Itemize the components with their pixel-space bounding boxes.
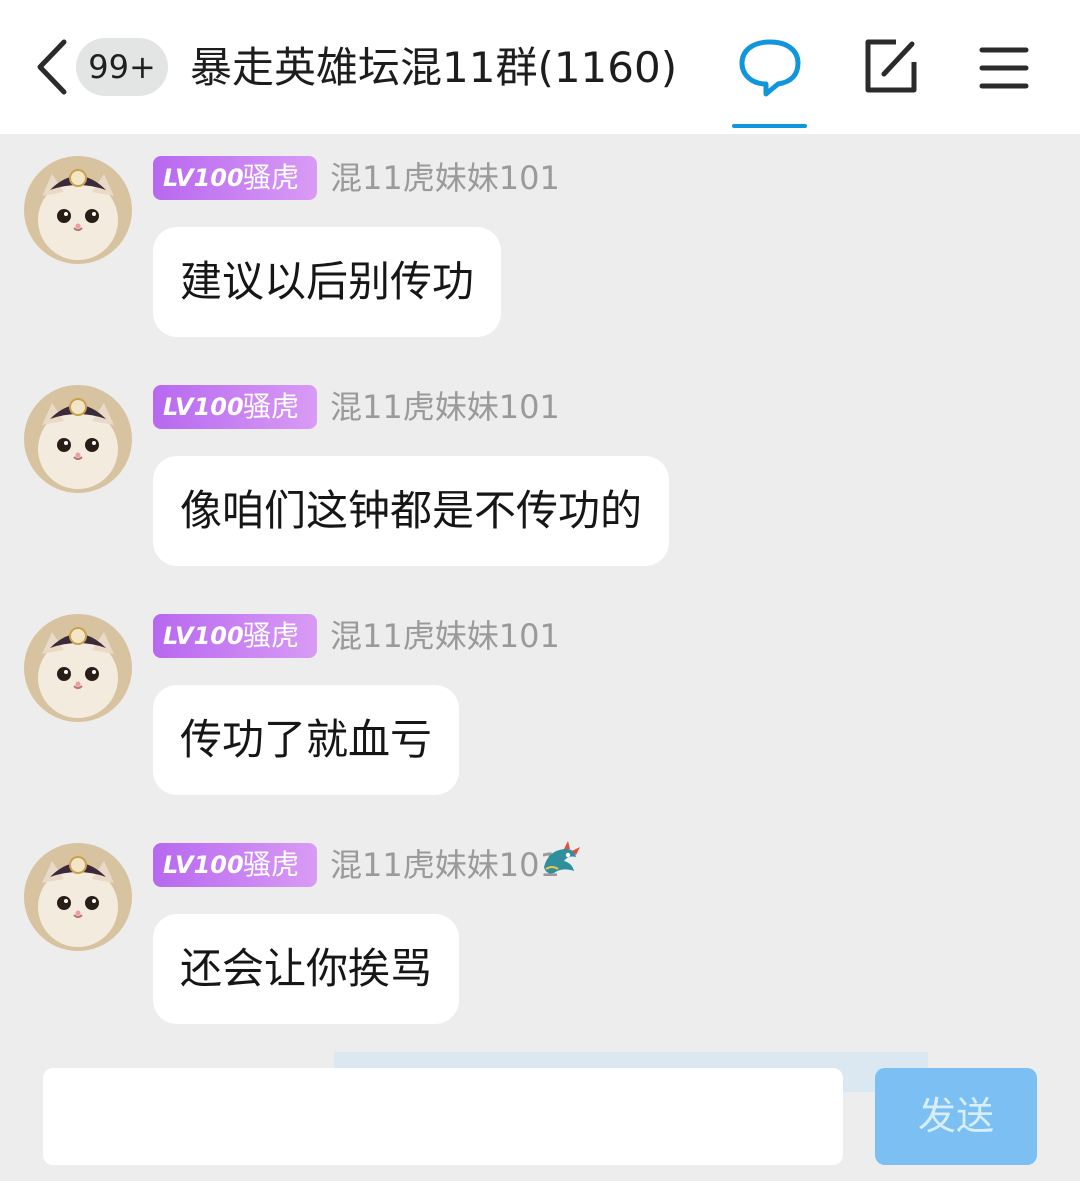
edit-button[interactable] [852,32,928,104]
chat-screen: 99+ 暴走英雄坛混11群(1160) LV100 骚虎 混11虎妹妹101 建… [0,0,1080,1181]
chevron-left-icon [37,39,67,95]
member-title: 骚虎 [243,390,300,423]
dragon-badge-icon [538,837,582,881]
group-title: 暴走英雄坛混11群(1160) [190,43,678,92]
avatar[interactable] [24,385,132,493]
message-item: LV100 骚虎 混11虎妹妹101 还会让你挨骂 [0,821,1080,1031]
top-bar: 99+ 暴走英雄坛混11群(1160) [0,0,1080,134]
level-tag: LV100 骚虎 [153,614,317,658]
level-label: LV100 [163,164,244,192]
sender-nickname[interactable]: 混11虎妹妹101 [330,843,560,887]
avatar[interactable] [24,614,132,722]
menu-button[interactable] [966,32,1042,104]
level-label: LV100 [163,622,244,650]
sender-nickname[interactable]: 混11虎妹妹101 [330,385,560,429]
cat-avatar-icon [24,843,132,951]
unread-count-badge[interactable]: 99+ [76,38,168,96]
level-tag: LV100 骚虎 [153,843,317,887]
avatar[interactable] [24,156,132,264]
menu-icon [979,47,1029,89]
cat-avatar-icon [24,385,132,493]
chat-bubble-icon [739,39,801,97]
cat-avatar-icon [24,156,132,264]
message-bubble[interactable]: 传功了就血亏 [153,685,460,795]
message-bubble[interactable]: 建议以后别传功 [153,227,502,337]
edit-icon [865,39,917,93]
message-list[interactable]: LV100 骚虎 混11虎妹妹101 建议以后别传功 LV100 骚虎 混11虎… [0,134,1080,1050]
sender-nickname[interactable]: 混11虎妹妹101 [330,614,560,658]
message-bubble[interactable]: 还会让你挨骂 [153,914,460,1024]
back-button[interactable] [30,36,74,98]
sender-nickname[interactable]: 混11虎妹妹101 [330,156,560,200]
member-title: 骚虎 [243,619,300,652]
input-bar: 发送 [0,1050,1080,1181]
avatar[interactable] [24,843,132,951]
send-button[interactable]: 发送 [875,1068,1037,1165]
level-tag: LV100 骚虎 [153,156,317,200]
message-item: LV100 骚虎 混11虎妹妹101 传功了就血亏 [0,592,1080,802]
active-tab-indicator [732,124,807,128]
level-label: LV100 [163,851,244,879]
message-bubble[interactable]: 像咱们这钟都是不传功的 [153,456,670,566]
cat-avatar-icon [24,614,132,722]
message-item: LV100 骚虎 混11虎妹妹101 建议以后别传功 [0,134,1080,344]
member-title: 骚虎 [243,161,300,194]
chat-tab[interactable] [732,32,808,104]
message-item: LV100 骚虎 混11虎妹妹101 像咱们这钟都是不传功的 [0,363,1080,573]
member-title: 骚虎 [243,848,300,881]
level-label: LV100 [163,393,244,421]
level-tag: LV100 骚虎 [153,385,317,429]
message-input[interactable] [43,1068,843,1165]
